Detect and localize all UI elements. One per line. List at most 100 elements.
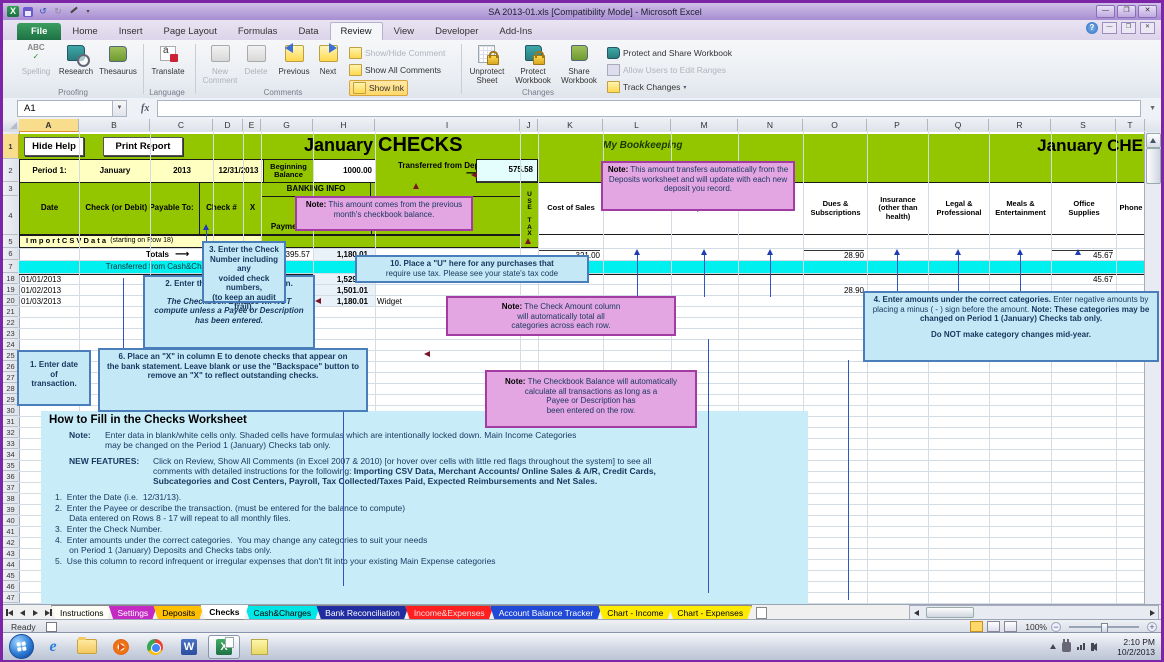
- hide-help-button[interactable]: Hide Help: [24, 137, 84, 156]
- row-header-7[interactable]: 7: [3, 260, 18, 273]
- taskbar-word-button[interactable]: W: [174, 636, 204, 658]
- row-header-18[interactable]: 18: [3, 273, 18, 284]
- sheet-tab-account-balance-tracker[interactable]: Account Balance Tracker: [490, 605, 603, 620]
- redo-icon[interactable]: ↻: [52, 6, 64, 17]
- column-header-T[interactable]: T: [1116, 119, 1145, 131]
- row-header-38[interactable]: 38: [3, 493, 18, 504]
- maximize-button[interactable]: ❐: [1117, 5, 1136, 18]
- row-header-27[interactable]: 27: [3, 372, 18, 383]
- ribbon-tab-file[interactable]: File: [17, 23, 61, 40]
- sheet-tab-checks[interactable]: Checks: [200, 605, 248, 620]
- zoom-in-icon[interactable]: +: [1147, 622, 1157, 632]
- row-header-32[interactable]: 32: [3, 427, 18, 438]
- column-header-M[interactable]: M: [671, 119, 738, 131]
- thesaurus-button[interactable]: Thesaurus: [97, 43, 139, 89]
- taskbar-explorer-button[interactable]: [72, 636, 102, 658]
- formula-input[interactable]: [157, 100, 1141, 117]
- volume-icon[interactable]: [1091, 643, 1097, 651]
- year-cell[interactable]: 2013: [150, 159, 214, 183]
- row18-date[interactable]: 01/01/2013: [21, 275, 61, 284]
- row-header-41[interactable]: 41: [3, 526, 18, 537]
- period-label-cell[interactable]: Period 1:: [19, 159, 80, 183]
- ribbon-tab-view[interactable]: View: [384, 23, 424, 40]
- sheet-tab-cash-charges[interactable]: Cash&Charges: [245, 605, 321, 620]
- row-header-37[interactable]: 37: [3, 482, 18, 493]
- taskbar-excel-button[interactable]: X: [208, 635, 240, 659]
- row-header-21[interactable]: 21: [3, 306, 18, 317]
- transferred-value[interactable]: 575.58: [476, 159, 538, 183]
- row-header-5[interactable]: 5: [3, 235, 18, 248]
- sheet-tab-chart-income[interactable]: Chart - Income: [598, 605, 672, 620]
- column-header-E[interactable]: E: [243, 119, 261, 131]
- column-header-K[interactable]: K: [538, 119, 603, 131]
- workbook-restore-button[interactable]: ❐: [1121, 22, 1136, 34]
- row-header-43[interactable]: 43: [3, 548, 18, 559]
- row-header-25[interactable]: 25: [3, 350, 18, 361]
- row19-date[interactable]: 01/02/2013: [21, 286, 61, 295]
- column-header-H[interactable]: H: [313, 119, 375, 131]
- scroll-right-icon[interactable]: [1146, 607, 1158, 618]
- row-header-35[interactable]: 35: [3, 460, 18, 471]
- column-header-P[interactable]: P: [867, 119, 928, 131]
- row-header-3[interactable]: 3: [3, 182, 18, 196]
- ribbon-tab-formulas[interactable]: Formulas: [228, 23, 288, 40]
- row-header-34[interactable]: 34: [3, 449, 18, 460]
- expand-formula-bar-icon[interactable]: ▼: [1149, 105, 1156, 112]
- taskbar-media-player-button[interactable]: [106, 636, 136, 658]
- row-header-19[interactable]: 19: [3, 284, 18, 295]
- zoom-slider[interactable]: [1069, 626, 1139, 628]
- ribbon-tab-insert[interactable]: Insert: [109, 23, 153, 40]
- workbook-minimize-button[interactable]: —: [1102, 22, 1117, 34]
- close-button[interactable]: ✕: [1138, 5, 1157, 18]
- scroll-up-icon[interactable]: [1146, 133, 1161, 148]
- row-header-44[interactable]: 44: [3, 559, 18, 570]
- tab-nav-first-icon[interactable]: [3, 605, 16, 620]
- row-header-30[interactable]: 30: [3, 405, 18, 416]
- row-header-1[interactable]: 1: [3, 134, 20, 159]
- column-header-G[interactable]: G: [261, 119, 313, 131]
- power-icon[interactable]: [1062, 642, 1071, 652]
- vertical-scroll-thumb[interactable]: [1146, 148, 1161, 184]
- start-button[interactable]: [9, 634, 34, 659]
- column-header-R[interactable]: R: [989, 119, 1051, 131]
- row-header-46[interactable]: 46: [3, 581, 18, 592]
- help-icon[interactable]: ?: [1086, 22, 1098, 34]
- name-box-dropdown-icon[interactable]: ▼: [113, 100, 127, 117]
- protect-share-workbook-button[interactable]: Protect and Share Workbook: [607, 46, 732, 60]
- row-header-26[interactable]: 26: [3, 361, 18, 372]
- print-report-button[interactable]: Print Report: [103, 137, 183, 156]
- sheet-tab-deposits[interactable]: Deposits: [153, 605, 204, 620]
- research-button[interactable]: Research: [55, 43, 97, 89]
- hidden-icons-icon[interactable]: [1050, 644, 1056, 649]
- insert-worksheet-button[interactable]: [752, 605, 770, 620]
- name-box[interactable]: A1: [17, 100, 113, 117]
- ribbon-tab-home[interactable]: Home: [62, 23, 107, 40]
- network-icon[interactable]: [1077, 643, 1085, 650]
- protect-workbook-button[interactable]: Protect Workbook: [511, 43, 555, 89]
- date-cell[interactable]: 12/31/2013: [213, 159, 264, 183]
- macro-record-icon[interactable]: [46, 622, 57, 632]
- sheet-tab-settings[interactable]: Settings: [108, 605, 157, 620]
- spelling-button[interactable]: ABC✓ Spelling: [15, 43, 57, 89]
- column-header-O[interactable]: O: [803, 119, 867, 131]
- row-header-29[interactable]: 29: [3, 394, 18, 405]
- row-header-39[interactable]: 39: [3, 504, 18, 515]
- row-header-47[interactable]: 47: [3, 592, 18, 603]
- excel-logo-icon[interactable]: X: [7, 6, 19, 17]
- row-header-2[interactable]: 2: [3, 159, 18, 182]
- select-all-corner[interactable]: [3, 119, 20, 131]
- insert-function-icon[interactable]: fx: [141, 103, 149, 114]
- show-all-comments-button[interactable]: Show All Comments: [349, 63, 441, 77]
- row-header-28[interactable]: 28: [3, 383, 18, 394]
- column-header-I[interactable]: I: [375, 119, 520, 131]
- column-header-S[interactable]: S: [1051, 119, 1116, 131]
- row20-description[interactable]: Widget: [377, 297, 402, 306]
- row-header-23[interactable]: 23: [3, 328, 18, 339]
- ribbon-tab-developer[interactable]: Developer: [425, 23, 488, 40]
- ribbon-tab-review[interactable]: Review: [330, 22, 383, 40]
- row19-dues[interactable]: 28.90: [803, 286, 864, 295]
- row-header-31[interactable]: 31: [3, 416, 18, 427]
- horizontal-scroll-thumb[interactable]: [926, 607, 974, 618]
- qat-dropdown-icon[interactable]: ▾: [82, 6, 94, 17]
- next-comment-button[interactable]: Next: [313, 43, 343, 89]
